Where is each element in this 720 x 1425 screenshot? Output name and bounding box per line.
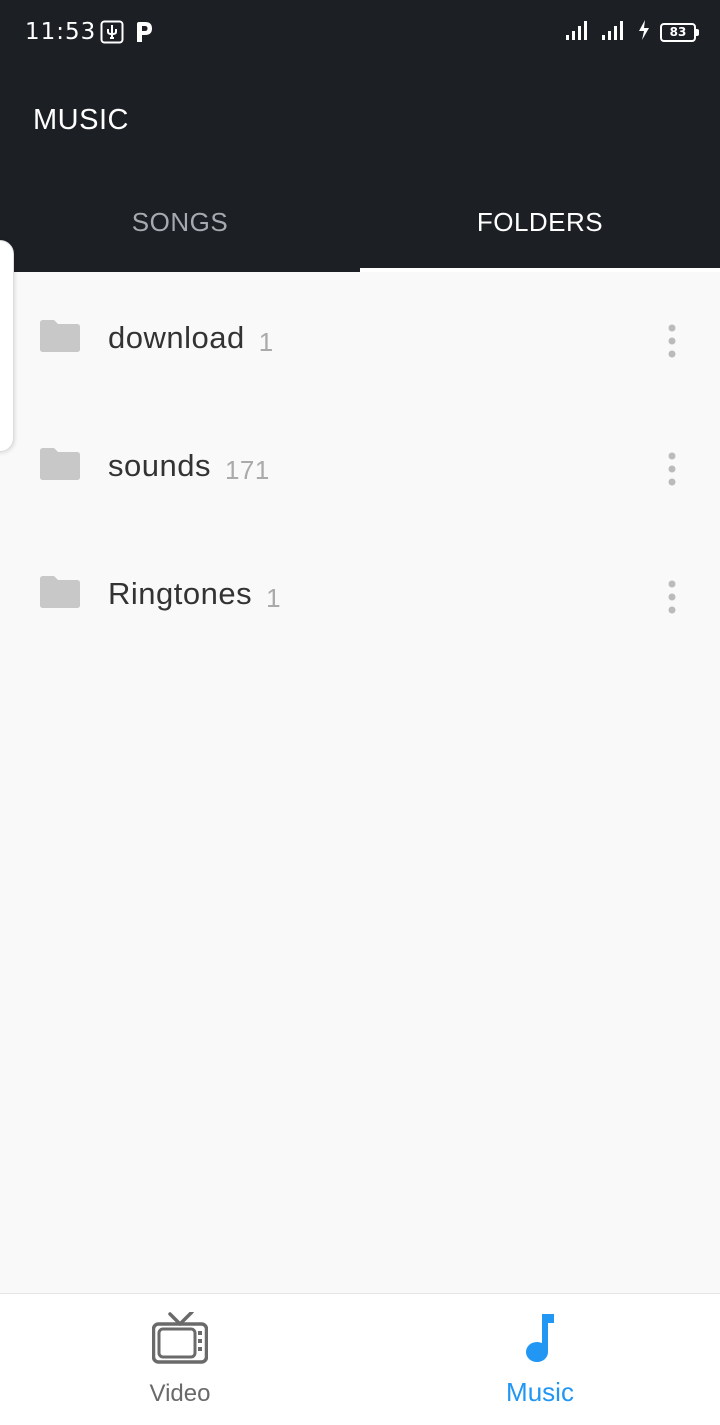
screen: 11:53 83 MUSIC SONGS FOLDERS download 1 … bbox=[0, 0, 720, 1425]
folder-count: 1 bbox=[266, 583, 282, 613]
more-options-icon[interactable] bbox=[652, 320, 692, 362]
folder-row-download[interactable]: download 1 bbox=[0, 276, 720, 404]
nav-music[interactable]: Music bbox=[360, 1294, 720, 1425]
music-note-icon bbox=[520, 1312, 560, 1369]
folder-icon bbox=[40, 448, 80, 480]
tab-songs[interactable]: SONGS bbox=[0, 172, 360, 272]
tab-folders[interactable]: FOLDERS bbox=[360, 172, 720, 272]
battery-icon: 83 bbox=[660, 22, 699, 42]
app-bar: MUSIC bbox=[0, 66, 720, 172]
nav-video[interactable]: Video bbox=[0, 1294, 360, 1425]
folder-row-sounds[interactable]: sounds 171 bbox=[0, 404, 720, 532]
folder-icon bbox=[40, 320, 80, 352]
tab-bar: SONGS FOLDERS bbox=[0, 172, 720, 272]
nav-video-label: Video bbox=[149, 1380, 211, 1407]
page-title: MUSIC bbox=[33, 104, 129, 136]
status-icons: 83 bbox=[566, 19, 699, 46]
signal-1-icon bbox=[566, 19, 592, 46]
bottom-navigation: Video Music bbox=[0, 1293, 720, 1425]
nav-music-label: Music bbox=[506, 1377, 574, 1407]
folder-row-ringtones[interactable]: Ringtones 1 bbox=[0, 532, 720, 660]
folder-name: sounds 171 bbox=[108, 448, 270, 485]
parking-app-icon bbox=[133, 20, 157, 44]
folder-name-text: Ringtones bbox=[108, 576, 253, 611]
folder-name-text: download bbox=[108, 320, 245, 355]
folder-count: 171 bbox=[224, 455, 270, 485]
folder-icon bbox=[40, 576, 80, 608]
tv-icon bbox=[151, 1310, 209, 1371]
charging-icon bbox=[638, 19, 650, 45]
folder-count: 1 bbox=[258, 327, 274, 357]
edge-panel-handle[interactable] bbox=[0, 240, 14, 452]
folder-list: download 1 sounds 171 Ringtones 1 bbox=[0, 276, 720, 660]
tab-folders-label: FOLDERS bbox=[476, 206, 604, 237]
tab-songs-label: SONGS bbox=[131, 206, 229, 237]
folder-name-text: sounds bbox=[108, 448, 211, 483]
status-time: 11:53 bbox=[25, 19, 97, 45]
more-options-icon[interactable] bbox=[652, 576, 692, 618]
folder-name: Ringtones 1 bbox=[108, 576, 282, 613]
status-bar: 11:53 83 bbox=[0, 0, 720, 66]
tab-selected-indicator bbox=[360, 268, 720, 272]
more-options-icon[interactable] bbox=[652, 448, 692, 490]
signal-2-icon bbox=[602, 19, 628, 46]
folder-name: download 1 bbox=[108, 320, 274, 357]
usb-debug-icon bbox=[100, 20, 124, 44]
